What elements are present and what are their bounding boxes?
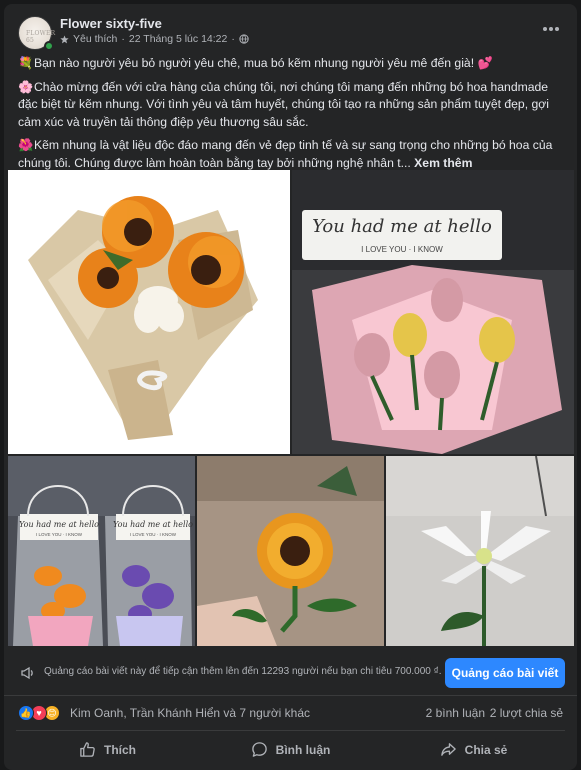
post-text: 💐Bạn nào người yêu bỏ người yêu chê, mua…	[18, 55, 566, 178]
comment-button[interactable]: Bình luận	[199, 731, 382, 768]
meta-separator-2: ·	[231, 33, 235, 45]
shares-count[interactable]: 2 lượt chia sẻ	[490, 706, 563, 720]
post-paragraph: 🌺Kẽm nhung là vật liệu độc đáo mang đến …	[18, 138, 553, 170]
reaction-summary: 👍 ♥ 😊 Kim Oanh, Trần Khánh Hiển và 7 ngư…	[4, 696, 577, 728]
globe-icon[interactable]	[239, 34, 249, 44]
like-button[interactable]: Thích	[16, 731, 199, 768]
megaphone-icon	[21, 666, 33, 680]
comment-icon	[251, 742, 267, 757]
post-timestamp[interactable]: 22 Tháng 5 lúc 14:22	[129, 33, 227, 45]
card-line-1: You had me at hello	[312, 216, 492, 237]
hibiscus-emoji: 🌺	[18, 138, 34, 152]
small-card-line-2b: I LOVE YOU · I KNOW	[130, 532, 177, 537]
post-actions: Thích Bình luận Chia sẻ	[16, 730, 565, 768]
boost-promo-text: Quảng cáo bài viết này để tiếp cận thêm …	[44, 666, 442, 677]
share-label: Chia sẻ	[464, 742, 508, 757]
post-card: FLOWER 65 Flower sixty-five Yêu thích · …	[4, 4, 577, 770]
more-options-icon[interactable]	[539, 20, 563, 38]
reaction-icons[interactable]: 👍 ♥ 😊	[18, 705, 62, 721]
page-name[interactable]: Flower sixty-five	[60, 16, 162, 31]
reaction-names[interactable]: Kim Oanh, Trần Khánh Hiển và 7 người khá…	[70, 706, 310, 720]
online-status-dot	[44, 41, 54, 51]
card-line-2: I LOVE YOU · I KNOW	[361, 245, 443, 254]
small-card-line-2: I LOVE YOU · I KNOW	[36, 532, 83, 537]
post-paragraph: 💐Bạn nào người yêu bỏ người yêu chê, mua…	[18, 55, 566, 73]
comments-count[interactable]: 2 bình luận	[426, 706, 485, 720]
share-icon	[440, 743, 456, 756]
see-more-link[interactable]: Xem thêm	[414, 156, 472, 170]
photo-sunflower-bouquet[interactable]	[8, 170, 290, 454]
photo-gift-bags[interactable]: You had me at hello I LOVE YOU · I KNOW …	[8, 456, 195, 646]
sunflower-bouquet-image	[8, 170, 290, 454]
blossom-emoji: 🌸	[18, 79, 34, 94]
star-icon	[60, 34, 69, 43]
single-sunflower-image	[197, 456, 384, 646]
thumbs-up-icon	[80, 742, 95, 757]
photo-tulip-bouquet[interactable]: You had me at hello I LOVE YOU · I KNOW	[292, 170, 574, 454]
photo-white-lily[interactable]	[386, 456, 574, 646]
photo-grid: You had me at hello I LOVE YOU · I KNOW …	[4, 170, 577, 646]
white-lily-image	[386, 456, 574, 646]
post-meta: Yêu thích · 22 Tháng 5 lúc 14:22 ·	[60, 33, 249, 45]
meta-label[interactable]: Yêu thích	[73, 33, 117, 45]
boost-post-button[interactable]: Quảng cáo bài viết	[445, 658, 565, 688]
small-card-line-1b: You had me at hello	[113, 520, 193, 529]
like-label: Thích	[104, 742, 136, 757]
post-paragraph: 🌸Chào mừng đến với cửa hàng của chúng tô…	[18, 79, 549, 129]
bouquet-emoji: 💐	[18, 56, 34, 70]
photo-single-sunflower[interactable]	[197, 456, 384, 646]
meta-separator: ·	[121, 33, 125, 45]
small-card-line-1: You had me at hello	[19, 520, 99, 529]
tulip-bouquet-image: You had me at hello I LOVE YOU · I KNOW	[292, 170, 574, 454]
like-reaction-icon: 👍	[18, 705, 34, 721]
boost-promo-bar: Quảng cáo bài viết này để tiếp cận thêm …	[4, 650, 577, 696]
comment-label: Bình luận	[275, 742, 331, 757]
share-button[interactable]: Chia sẻ	[382, 731, 565, 768]
post-header: FLOWER 65 Flower sixty-five Yêu thích · …	[4, 4, 577, 60]
gift-bags-image: You had me at hello I LOVE YOU · I KNOW …	[8, 456, 195, 646]
